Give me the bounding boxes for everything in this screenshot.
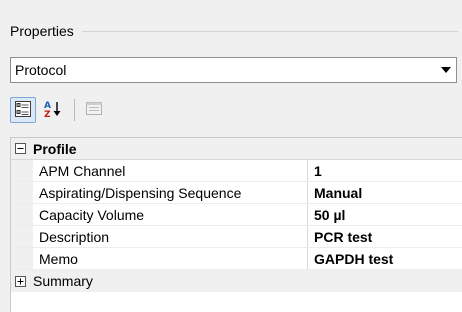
property-name: APM Channel xyxy=(33,160,308,181)
property-value[interactable]: 1 xyxy=(308,160,462,181)
property-value[interactable]: PCR test xyxy=(308,226,462,247)
expand-icon[interactable] xyxy=(13,270,27,292)
category-profile[interactable]: Profile xyxy=(11,138,462,160)
row-margin xyxy=(11,204,33,225)
property-pages-icon xyxy=(85,101,103,120)
categorized-view-button[interactable] xyxy=(10,97,36,123)
property-grid-toolbar: A Z xyxy=(10,96,111,124)
property-row-description[interactable]: Description PCR test xyxy=(11,226,462,248)
property-value[interactable]: Manual xyxy=(308,182,462,203)
property-name: Memo xyxy=(33,248,308,269)
svg-text:Z: Z xyxy=(44,110,51,119)
property-grid: Profile APM Channel 1 Aspirating/Dispens… xyxy=(10,137,462,312)
dropdown-arrow-icon[interactable] xyxy=(436,58,456,82)
toolbar-separator xyxy=(74,99,75,121)
property-row-aspirating-dispensing-sequence[interactable]: Aspirating/Dispensing Sequence Manual xyxy=(11,182,462,204)
property-value[interactable]: GAPDH test xyxy=(308,248,462,269)
property-name: Aspirating/Dispensing Sequence xyxy=(33,182,308,203)
row-margin xyxy=(11,182,33,203)
property-pages-button[interactable] xyxy=(81,97,107,123)
property-name: Description xyxy=(33,226,308,247)
property-value[interactable]: 50 µl xyxy=(308,204,462,225)
object-selector-combobox[interactable]: Protocol xyxy=(10,57,457,83)
collapse-icon[interactable] xyxy=(13,138,27,160)
category-label: Profile xyxy=(33,140,77,157)
property-row-apm-channel[interactable]: APM Channel 1 xyxy=(11,160,462,182)
object-selector-value: Protocol xyxy=(15,62,67,78)
properties-group-title: Properties xyxy=(10,20,82,42)
row-margin xyxy=(11,248,33,269)
properties-group-header: Properties xyxy=(10,20,458,42)
property-row-capacity-volume[interactable]: Capacity Volume 50 µl xyxy=(11,204,462,226)
categorized-icon xyxy=(14,100,32,121)
alphabetical-sort-icon: A Z xyxy=(43,99,63,122)
alphabetical-view-button[interactable]: A Z xyxy=(40,97,66,123)
row-margin xyxy=(11,226,33,247)
category-label: Summary xyxy=(33,273,93,289)
property-row-memo[interactable]: Memo GAPDH test xyxy=(11,248,462,270)
category-summary[interactable]: Summary xyxy=(11,270,462,292)
row-margin xyxy=(11,160,33,181)
property-name: Capacity Volume xyxy=(33,204,308,225)
